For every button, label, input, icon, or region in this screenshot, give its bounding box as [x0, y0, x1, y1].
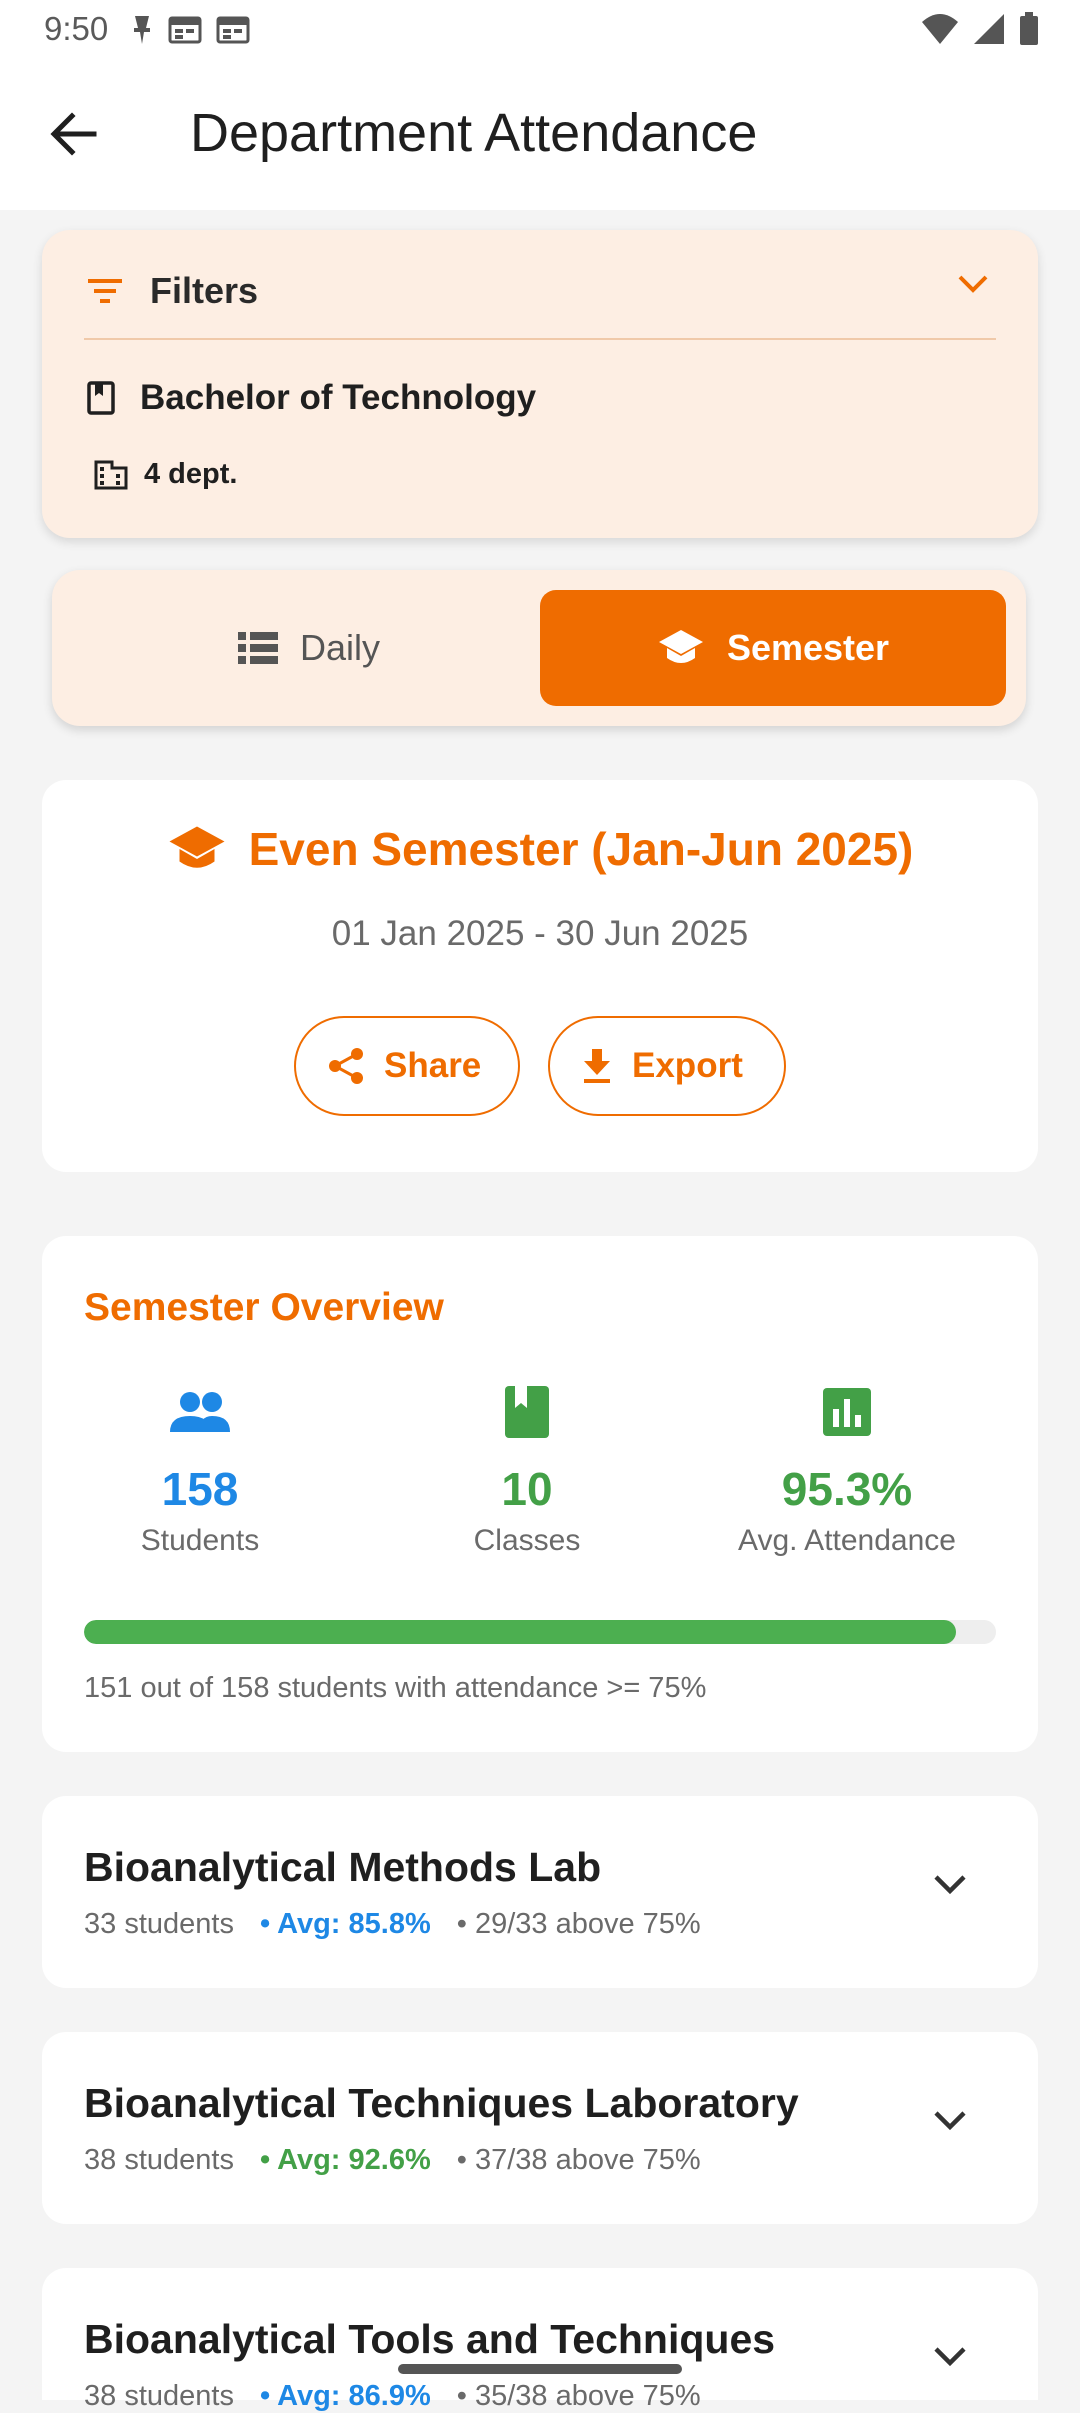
wifi-icon	[922, 14, 958, 44]
gesture-handle	[398, 2364, 682, 2374]
calendar-icon	[216, 16, 250, 44]
stat-students-label: Students	[140, 1524, 260, 1557]
class-above-threshold: • 29/33 above 75%	[456, 1908, 701, 1940]
class-card[interactable]: Bioanalytical Tools and Techniques 38 st…	[42, 2268, 1038, 2412]
semester-overview-card: Semester Overview 158 Students 10 Classe…	[42, 1236, 1038, 1752]
semester-date-range: 01 Jan 2025 - 30 Jun 2025	[331, 914, 749, 953]
class-name: Bioanalytical Techniques Laboratory	[84, 2080, 799, 2126]
program-name: Bachelor of Technology	[140, 378, 537, 417]
class-student-count: 38 students	[84, 2144, 234, 2176]
tab-semester-label: Semester	[726, 627, 890, 668]
class-card[interactable]: Bioanalytical Techniques Laboratory 38 s…	[42, 2032, 1038, 2224]
class-average: • Avg: 92.6%	[259, 2144, 431, 2176]
export-button[interactable]: Export	[548, 1016, 786, 1116]
class-average: • Avg: 85.8%	[259, 1908, 431, 1940]
class-card[interactable]: Bioanalytical Methods Lab 33 students • …	[42, 1796, 1038, 1988]
stat-students: 158 Students	[100, 1382, 300, 1558]
bar-chart-icon	[823, 1388, 871, 1436]
filters-header[interactable]: Filters	[86, 270, 258, 312]
department-count: 4 dept.	[144, 458, 238, 490]
class-student-count: 38 students	[84, 2380, 234, 2412]
chevron-down-icon[interactable]	[932, 2344, 968, 2368]
semester-title: Even Semester (Jan-Jun 2025)	[248, 823, 914, 875]
back-arrow-icon[interactable]	[44, 104, 104, 164]
export-label: Export	[632, 1046, 743, 1085]
class-name: Bioanalytical Tools and Techniques	[84, 2316, 776, 2362]
status-bar: 9:50	[0, 0, 1080, 62]
people-icon	[170, 1392, 230, 1432]
stat-classes-label: Classes	[473, 1524, 581, 1557]
stat-attendance-label: Avg. Attendance	[738, 1524, 956, 1557]
stat-attendance: 95.3% Avg. Attendance	[682, 1382, 1012, 1558]
department-filter: 4 dept.	[94, 458, 237, 491]
attendance-progress-fill	[84, 1620, 956, 1644]
chevron-down-icon[interactable]	[956, 272, 990, 296]
filters-divider	[84, 338, 996, 340]
building-icon	[94, 460, 128, 489]
app-bar: Department Attendance	[0, 62, 1080, 210]
graduation-cap-icon	[658, 630, 703, 663]
attendance-note: 151 out of 158 students with attendance …	[84, 1672, 707, 1704]
book-icon	[505, 1386, 549, 1438]
book-outline-icon	[87, 381, 115, 415]
class-student-count: 33 students	[84, 1908, 234, 1940]
class-average: • Avg: 86.9%	[259, 2380, 431, 2412]
chevron-down-icon[interactable]	[932, 1872, 968, 1896]
class-above-threshold: • 37/38 above 75%	[456, 2144, 701, 2176]
class-above-threshold: • 35/38 above 75%	[456, 2380, 701, 2412]
tab-daily-label: Daily	[299, 627, 380, 668]
stat-classes-value: 10	[501, 1463, 553, 1515]
tab-daily[interactable]: Daily	[76, 590, 542, 706]
attendance-progress-bar	[84, 1620, 996, 1644]
page-title: Department Attendance	[190, 103, 758, 163]
overview-title: Semester Overview	[84, 1286, 444, 1329]
signal-icon	[974, 14, 1004, 44]
semester-card: Even Semester (Jan-Jun 2025) 01 Jan 2025…	[42, 780, 1038, 1172]
notification-icon	[134, 16, 150, 44]
stat-attendance-value: 95.3%	[781, 1463, 913, 1515]
chevron-down-icon[interactable]	[932, 2108, 968, 2132]
program-filter: Bachelor of Technology	[86, 378, 536, 418]
share-button[interactable]: Share	[294, 1016, 520, 1116]
calendar-icon	[168, 16, 202, 44]
share-label: Share	[384, 1046, 482, 1085]
status-time: 9:50	[44, 10, 109, 47]
filters-label: Filters	[150, 270, 259, 311]
list-icon	[237, 632, 278, 664]
filters-panel[interactable]: Filters Bachelor of Technology 4 dept.	[42, 230, 1038, 538]
battery-icon	[1020, 12, 1038, 45]
download-icon	[584, 1049, 610, 1083]
class-name: Bioanalytical Methods Lab	[84, 1844, 602, 1890]
view-toggle: Daily Semester	[52, 570, 1026, 726]
share-icon	[329, 1048, 363, 1084]
stat-classes: 10 Classes	[427, 1382, 627, 1558]
filter-icon	[88, 279, 122, 303]
graduation-cap-icon	[169, 826, 225, 868]
tab-semester[interactable]: Semester	[540, 590, 1006, 706]
stat-students-value: 158	[161, 1463, 239, 1515]
